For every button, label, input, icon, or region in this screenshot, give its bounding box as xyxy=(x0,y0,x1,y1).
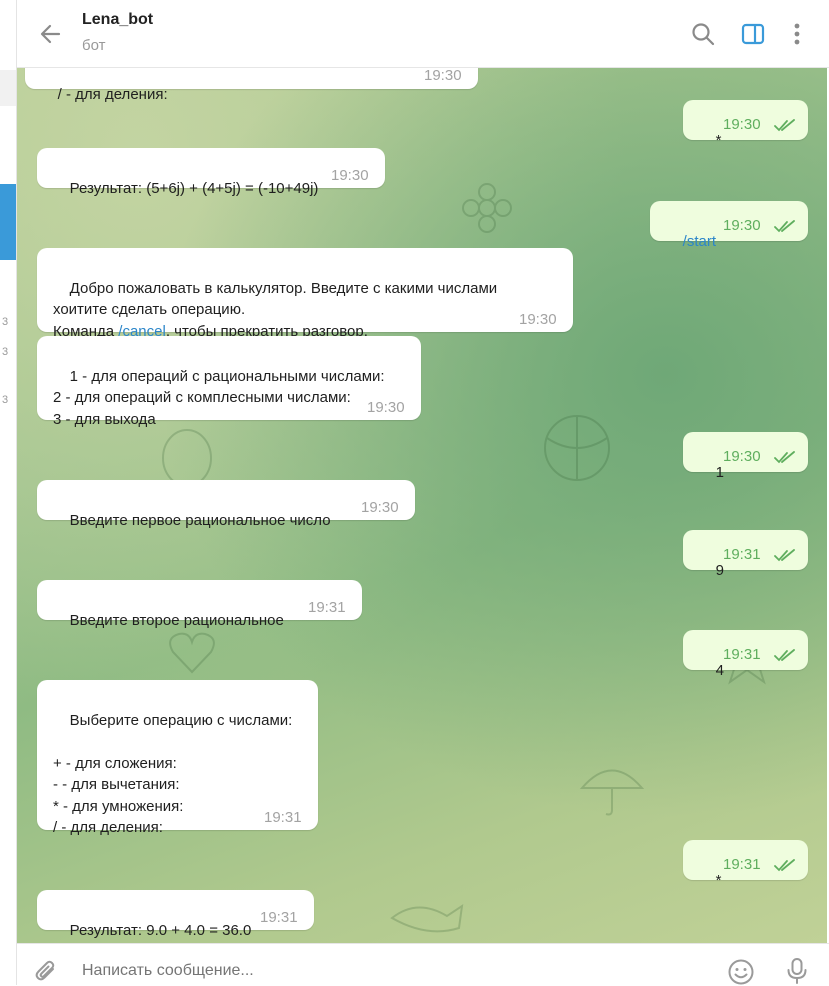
message-text: Выберите операцию с числами: + - для сло… xyxy=(53,711,293,837)
message-text: Введите второе рациональное xyxy=(69,611,284,629)
chat-list-sliver: 3 3 3 xyxy=(0,0,17,985)
message-incoming[interactable]: 1 - для операций с рациональными числами… xyxy=(37,336,421,428)
message-incoming[interactable]: / - для деления: 19:30 xyxy=(25,68,478,103)
message-input[interactable] xyxy=(82,962,642,980)
doodle-whale-icon xyxy=(390,903,464,933)
search-icon[interactable] xyxy=(690,21,716,47)
arrow-left-icon[interactable] xyxy=(37,20,65,48)
message-text: 1 - для операций с рациональными числами… xyxy=(53,367,385,428)
message-text: * xyxy=(715,131,722,149)
double-check-icon xyxy=(774,119,795,132)
message-text: * xyxy=(715,871,722,889)
message-time: 19:30 xyxy=(723,116,761,133)
double-check-icon xyxy=(774,859,795,872)
message-incoming[interactable]: Выберите операцию с числами: + - для сло… xyxy=(37,680,318,836)
sidebar-toggle-icon[interactable] xyxy=(740,21,766,47)
double-check-icon xyxy=(774,649,795,662)
message-time: 19:30 xyxy=(361,499,399,516)
message-time: 19:31 xyxy=(723,546,761,563)
message-outgoing[interactable]: * 19:31 xyxy=(683,840,808,889)
message-time: 19:30 xyxy=(367,399,405,416)
chat-list-count: 3 xyxy=(2,346,9,358)
message-time: 19:31 xyxy=(264,809,302,826)
message-outgoing[interactable]: /start 19:30 xyxy=(650,201,808,250)
message-time: 19:31 xyxy=(723,856,761,873)
doodle-flower-icon xyxy=(462,183,512,233)
message-command-link[interactable]: /start xyxy=(683,233,716,250)
chat-subtitle: бот xyxy=(82,37,106,54)
message-outgoing[interactable]: 1 19:30 xyxy=(683,432,808,481)
chat-title[interactable]: Lena_bot xyxy=(82,11,153,29)
message-incoming[interactable]: Результат: 9.0 + 4.0 = 36.0 19:31 xyxy=(37,890,314,939)
message-incoming[interactable]: Введите первое рациональное число 19:30 xyxy=(37,480,415,529)
chat-list-count: 3 xyxy=(2,316,9,328)
microphone-icon[interactable] xyxy=(785,957,809,985)
message-time: 19:31 xyxy=(723,646,761,663)
message-text: Результат: (5+6j) + (4+5j) = (-10+49j) xyxy=(69,179,319,197)
message-time: 19:30 xyxy=(723,448,761,465)
message-text: Результат: 9.0 + 4.0 = 36.0 xyxy=(69,921,252,939)
message-time: 19:30 xyxy=(723,217,761,234)
message-outgoing[interactable]: 9 19:31 xyxy=(683,530,808,579)
doodle-ball-icon xyxy=(544,415,610,481)
doodle-heart-icon xyxy=(169,632,215,674)
message-list[interactable]: / - для деления: 19:30 * 19:30 Результат… xyxy=(17,68,827,943)
message-time: 19:30 xyxy=(424,68,462,84)
double-check-icon xyxy=(774,549,795,562)
message-time: 19:31 xyxy=(308,599,346,616)
message-composer xyxy=(17,943,829,986)
double-check-icon xyxy=(774,451,795,464)
double-check-icon xyxy=(774,220,795,233)
message-incoming[interactable]: Добро пожаловать в калькулятор. Введите … xyxy=(37,248,573,340)
doodle-umbrella-icon xyxy=(579,769,645,816)
message-time: 19:30 xyxy=(331,167,369,184)
message-outgoing[interactable]: * 19:30 xyxy=(683,100,808,149)
message-time: 19:31 xyxy=(260,909,298,926)
chat-list-item[interactable] xyxy=(0,70,16,106)
message-text: Введите первое рациональное число xyxy=(69,511,331,529)
emoji-icon[interactable] xyxy=(727,958,755,986)
chat-list-count: 3 xyxy=(2,394,9,406)
message-incoming[interactable]: Введите второе рациональное 19:31 xyxy=(37,580,362,629)
message-outgoing[interactable]: 4 19:31 xyxy=(683,630,808,679)
message-incoming[interactable]: Результат: (5+6j) + (4+5j) = (-10+49j) 1… xyxy=(37,148,385,197)
message-time: 19:30 xyxy=(519,311,557,328)
chat-header: Lena_bot бот xyxy=(17,0,829,68)
message-text: / - для деления: xyxy=(57,85,168,103)
more-vertical-icon[interactable] xyxy=(784,21,810,47)
paperclip-icon[interactable] xyxy=(33,958,59,984)
chat-list-item-selected[interactable] xyxy=(0,184,16,260)
